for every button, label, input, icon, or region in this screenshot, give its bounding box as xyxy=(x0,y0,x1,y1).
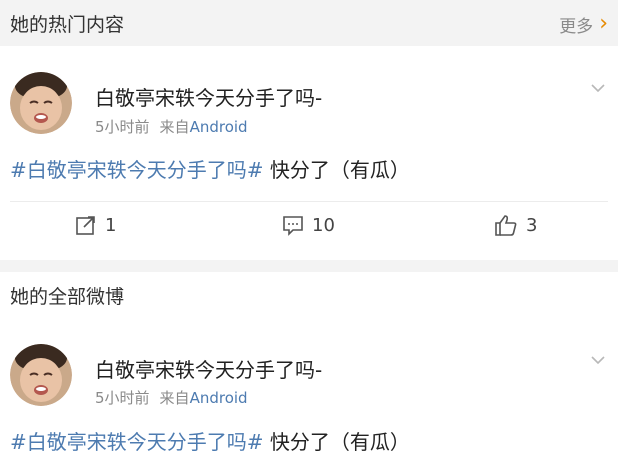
chevron-down-icon[interactable] xyxy=(590,352,606,368)
comment-button[interactable]: 10 xyxy=(282,214,335,236)
post-text: #白敬亭宋轶今天分手了吗# 快分了（有瓜） xyxy=(10,154,410,183)
hot-content-header: 她的热门内容 更多 › xyxy=(0,0,618,46)
all-weibo-header: 她的全部微博 xyxy=(0,272,618,318)
repost-icon xyxy=(76,216,95,235)
comment-icon xyxy=(283,216,303,236)
post-author[interactable]: 白敬亭宋轶今天分手了吗- xyxy=(95,354,322,383)
post-time: 5小时前 xyxy=(95,118,150,136)
post-topic-link[interactable]: #白敬亭宋轶今天分手了吗# xyxy=(10,430,264,454)
avatar[interactable] xyxy=(10,344,72,406)
avatar[interactable] xyxy=(10,72,72,134)
post-time: 5小时前 xyxy=(95,389,150,407)
comment-count: 10 xyxy=(312,214,335,236)
divider xyxy=(10,201,608,202)
repost-button[interactable]: 1 xyxy=(75,214,116,236)
post-topic-link[interactable]: #白敬亭宋轶今天分手了吗# xyxy=(10,158,264,182)
post-source-prefix: 来自 xyxy=(159,389,190,407)
post-card[interactable]: 白敬亭宋轶今天分手了吗- 5小时前 来自Android #白敬亭宋轶今天分手了吗… xyxy=(0,46,618,260)
chevron-right-icon: › xyxy=(599,10,608,36)
post-text: #白敬亭宋轶今天分手了吗# 快分了（有瓜） xyxy=(10,426,410,455)
thumbs-up-icon xyxy=(495,215,517,236)
chevron-down-icon[interactable] xyxy=(590,80,606,96)
like-button[interactable]: 3 xyxy=(494,214,537,236)
post-source[interactable]: Android xyxy=(190,118,248,136)
post-meta: 5小时前 来自Android xyxy=(95,116,248,137)
repost-count: 1 xyxy=(105,214,117,236)
more-link[interactable]: 更多 › xyxy=(559,12,608,37)
post-body: 快分了（有瓜） xyxy=(263,430,410,454)
post-meta: 5小时前 来自Android xyxy=(95,387,248,408)
section-gap xyxy=(0,260,618,272)
post-card[interactable]: 白敬亭宋轶今天分手了吗- 5小时前 来自Android #白敬亭宋轶今天分手了吗… xyxy=(0,318,618,467)
post-source-prefix: 来自 xyxy=(159,118,190,136)
like-count: 3 xyxy=(526,214,538,236)
post-source[interactable]: Android xyxy=(190,389,248,407)
post-body: 快分了（有瓜） xyxy=(263,158,410,182)
more-label: 更多 xyxy=(559,17,594,37)
post-author[interactable]: 白敬亭宋轶今天分手了吗- xyxy=(95,82,322,111)
hot-content-title: 她的热门内容 xyxy=(10,14,125,36)
all-weibo-title: 她的全部微博 xyxy=(10,286,125,308)
